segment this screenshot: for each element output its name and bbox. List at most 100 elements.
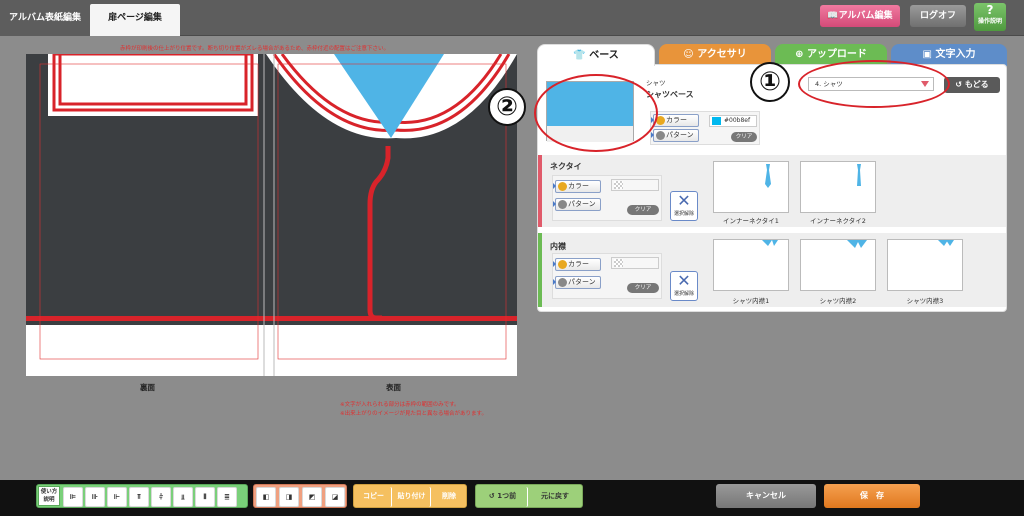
- palette-icon: [558, 182, 567, 191]
- shirt-controls: カラー パターン #00b8ef クリア: [650, 111, 760, 145]
- shirt-small-label: シャツ: [646, 79, 666, 87]
- annotation-number-2: ②: [488, 88, 526, 126]
- copy-button[interactable]: コピー: [356, 487, 392, 507]
- distribute-horizontal-icon[interactable]: ⫴: [195, 487, 215, 507]
- necktie-title: ネクタイ: [550, 162, 582, 171]
- collar-clear-button[interactable]: クリア: [627, 283, 659, 293]
- collar-option-2[interactable]: [800, 239, 876, 291]
- necktie-color-value[interactable]: [611, 179, 659, 191]
- close-icon: ✕: [677, 191, 691, 210]
- necktie-option-2[interactable]: [800, 161, 876, 213]
- necktie-option-2-label: インナーネクタイ2: [810, 217, 866, 225]
- color-label: カラー: [666, 116, 687, 124]
- align-middle-icon[interactable]: ⫩: [151, 487, 171, 507]
- color-hex: #00b8ef: [724, 117, 751, 124]
- pattern-icon: [656, 131, 665, 140]
- back-arrow-icon: ↺: [955, 80, 963, 89]
- bring-forward-icon[interactable]: ◨: [279, 487, 299, 507]
- annotation-number-1: ①: [750, 62, 790, 102]
- tab-base[interactable]: 👕 ベース: [537, 44, 655, 66]
- tab-label: 文字入力: [935, 49, 976, 60]
- save-button[interactable]: 保 存: [824, 484, 920, 508]
- tab-label: ベース: [589, 50, 619, 61]
- uniform-artwork: [26, 54, 517, 376]
- delete-button[interactable]: 削除: [432, 487, 466, 507]
- color-chip: [614, 181, 623, 189]
- howto-button[interactable]: 使い方説明: [38, 486, 60, 506]
- pattern-icon: [558, 278, 567, 287]
- align-top-icon[interactable]: ⫪: [129, 487, 149, 507]
- collar-color-value[interactable]: [611, 257, 659, 269]
- tab-accessory[interactable]: ☺ アクセサリ: [659, 44, 771, 66]
- text-icon: ▣: [922, 49, 932, 60]
- collar-option-2-label: シャツ内襟2: [819, 297, 857, 305]
- unset-label: 選択解除: [673, 211, 694, 217]
- tab-door-page[interactable]: 扉ページ編集: [90, 4, 180, 36]
- necktie-option-1-label: インナーネクタイ1: [723, 217, 779, 225]
- tab-label: アップロード: [806, 49, 867, 60]
- collar-option-1[interactable]: [713, 239, 789, 291]
- collar-unset-button[interactable]: ✕ 選択解除: [670, 271, 698, 301]
- shirt-clear-button[interactable]: クリア: [731, 132, 757, 142]
- annotation-ring-1: [798, 60, 950, 108]
- annotation-ring-2: [534, 74, 658, 152]
- necktie-clear-button[interactable]: クリア: [627, 205, 659, 215]
- edit-tools: コピー 貼り付け 削除: [353, 484, 467, 508]
- collar-pattern-button[interactable]: パターン: [553, 276, 601, 289]
- layer-tools: ◧ ◨ ◩ ◪: [253, 484, 347, 508]
- collar-option-3[interactable]: [887, 239, 963, 291]
- color-chip: [712, 117, 721, 125]
- hem-stripe: [26, 316, 517, 321]
- canvas-notes: ※文字が入れられる部分は赤枠の範囲のみです。 ※出来上がりのイメージが見た目と異…: [340, 401, 487, 419]
- upload-icon: ⊕: [795, 49, 804, 60]
- tab-album-cover[interactable]: アルバム表紙編集: [0, 4, 90, 36]
- collar-color-button[interactable]: カラー: [553, 258, 601, 271]
- align-left-icon[interactable]: ⊫: [63, 487, 83, 507]
- shirt-color-button[interactable]: カラー: [651, 114, 699, 127]
- pattern-icon: [558, 200, 567, 209]
- color-chip: [614, 259, 623, 267]
- cancel-button[interactable]: キャンセル: [716, 484, 816, 508]
- distribute-vertical-icon[interactable]: ≣: [217, 487, 237, 507]
- send-backward-icon[interactable]: ◩: [302, 487, 322, 507]
- necktie-color-button[interactable]: カラー: [553, 180, 601, 193]
- paste-button[interactable]: 貼り付け: [393, 487, 431, 507]
- note-line: ※出来上がりのイメージが見た目と異なる場合があります。: [340, 411, 487, 417]
- shirt-color-value[interactable]: #00b8ef: [709, 115, 757, 127]
- undo-button[interactable]: ↺ 1つ前: [478, 487, 528, 507]
- collar-option-1-label: シャツ内襟1: [732, 297, 770, 305]
- inner-collar-controls: カラー パターン クリア: [552, 253, 662, 299]
- pattern-label: パターン: [568, 278, 596, 286]
- history-tools: ↺ 1つ前 元に戻す: [475, 484, 583, 508]
- redo-button[interactable]: 元に戻す: [530, 487, 580, 507]
- help-button[interactable]: ? 操作説明: [974, 3, 1006, 31]
- album-edit-button[interactable]: 📖アルバム編集: [820, 5, 900, 27]
- book-icon: 📖: [827, 11, 839, 21]
- color-label: カラー: [568, 182, 589, 190]
- back-label: もどる: [964, 80, 989, 89]
- necktie-section: ネクタイ カラー パターン クリア ✕ 選択解除 インナーネクタイ1 インナーネク…: [538, 155, 1006, 227]
- help-icon: ?: [986, 3, 994, 17]
- close-icon: ✕: [677, 271, 691, 290]
- align-right-icon[interactable]: ⊩: [107, 487, 127, 507]
- undo-icon: ↺: [488, 492, 495, 500]
- necktie-option-1[interactable]: [713, 161, 789, 213]
- necktie-pattern-button[interactable]: パターン: [553, 198, 601, 211]
- design-canvas[interactable]: [26, 54, 517, 376]
- bring-front-icon[interactable]: ◧: [256, 487, 276, 507]
- align-bottom-icon[interactable]: ⫫: [173, 487, 193, 507]
- back-button[interactable]: ↺ もどる: [944, 77, 1000, 93]
- shirt-pattern-button[interactable]: パターン: [651, 129, 699, 142]
- pattern-label: パターン: [568, 200, 596, 208]
- necktie-unset-button[interactable]: ✕ 選択解除: [670, 191, 698, 221]
- back-collar: [48, 54, 258, 116]
- send-back-icon[interactable]: ◪: [325, 487, 345, 507]
- front-side-label: 表面: [386, 383, 401, 392]
- smile-icon: ☺: [683, 49, 694, 60]
- color-label: カラー: [568, 260, 589, 268]
- logoff-button[interactable]: ログオフ: [910, 5, 966, 27]
- top-bar: アルバム表紙編集 扉ページ編集 📖アルバム編集 ログオフ ? 操作説明: [0, 0, 1024, 36]
- note-line: ※文字が入れられる部分は赤枠の範囲のみです。: [340, 402, 460, 408]
- collar-option-3-label: シャツ内襟3: [906, 297, 944, 305]
- align-center-icon[interactable]: ⊪: [85, 487, 105, 507]
